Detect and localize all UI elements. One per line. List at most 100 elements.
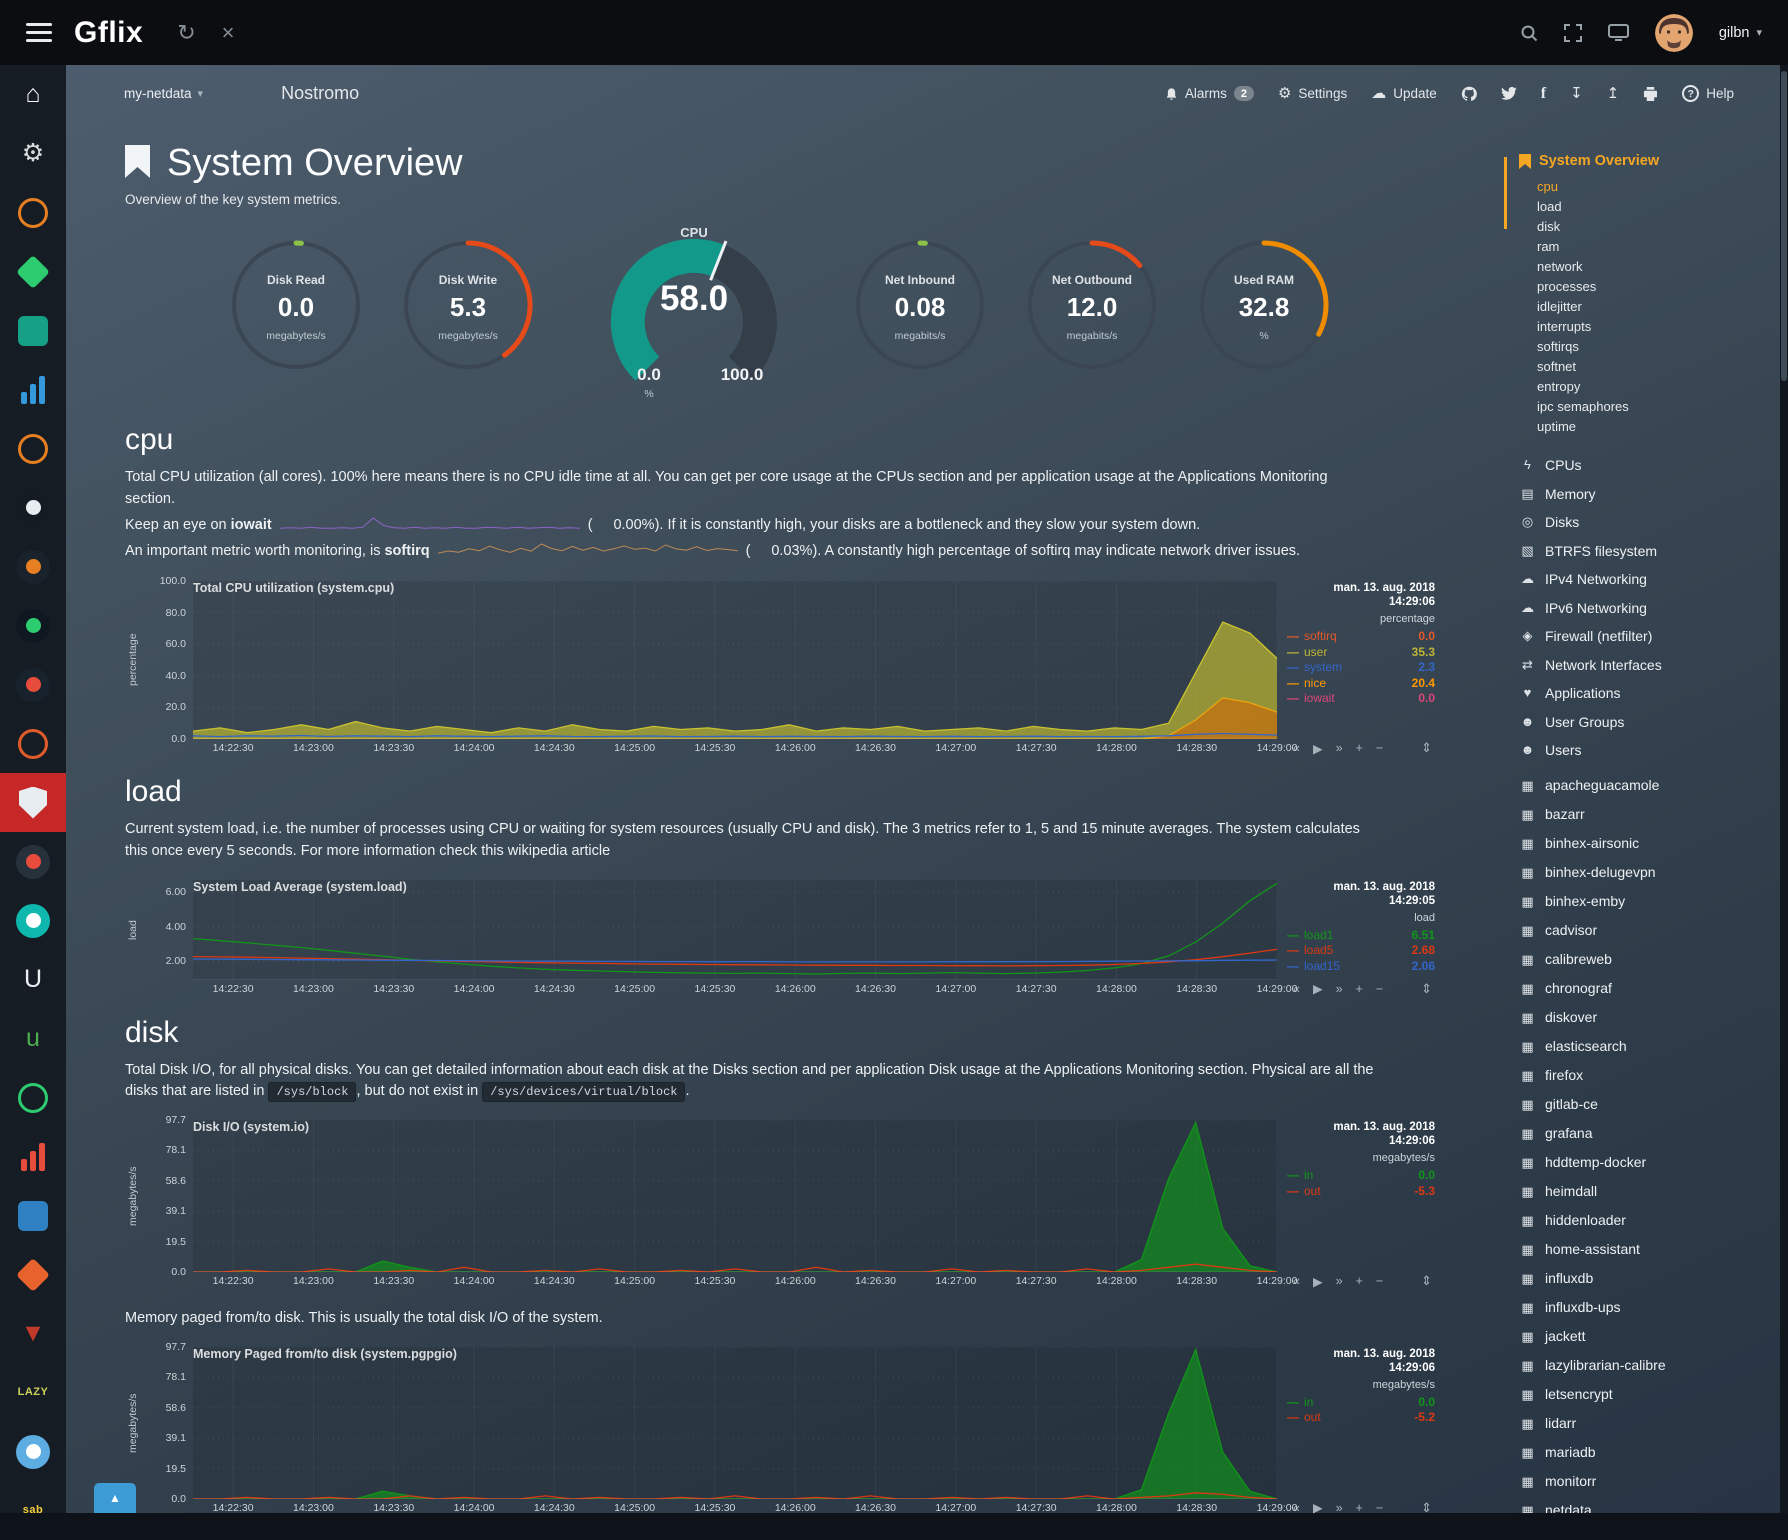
toc-container-influxdb[interactable]: ▦influxdb <box>1519 1264 1780 1293</box>
sidebar-app-app-orange-ring[interactable] <box>0 183 66 242</box>
legend-item-load1[interactable]: —load16.51 <box>1287 928 1435 944</box>
toc-item-processes[interactable]: processes <box>1519 277 1780 297</box>
gauge-cpu[interactable]: CPU58.00.0100.0% <box>579 217 809 407</box>
chart-toolbar-button[interactable]: » <box>1336 982 1343 996</box>
legend-item-out[interactable]: —out-5.2 <box>1287 1410 1435 1426</box>
toc-container-mariadb[interactable]: ▦mariadb <box>1519 1438 1780 1467</box>
legend-item-user[interactable]: —user35.3 <box>1287 645 1435 661</box>
scroll-top-button[interactable]: ▲ <box>94 1483 136 1513</box>
toc-section-users[interactable]: ☻Users <box>1519 736 1780 765</box>
toc-item-uptime[interactable]: uptime <box>1519 417 1780 437</box>
legend-item-load5[interactable]: —load52.68 <box>1287 943 1435 959</box>
display-icon[interactable] <box>1608 24 1629 41</box>
sidebar-app-app-dark-badge[interactable] <box>0 478 66 537</box>
avatar[interactable] <box>1655 14 1693 52</box>
toc-container-binhex-airsonic[interactable]: ▦binhex-airsonic <box>1519 829 1780 858</box>
toc-item-entropy[interactable]: entropy <box>1519 377 1780 397</box>
sidebar-app-app-red-cluster[interactable] <box>0 832 66 891</box>
sidebar-app-home[interactable]: ⌂ <box>0 65 66 124</box>
legend-item-in[interactable]: —in0.0 <box>1287 1395 1435 1411</box>
toc-item-idlejitter[interactable]: idlejitter <box>1519 297 1780 317</box>
gauge-used-ram[interactable]: Used RAM32.8% <box>1189 229 1339 395</box>
chart-toolbar-button[interactable]: » <box>1336 1274 1343 1288</box>
toc-container-lazylibrarian-calibre[interactable]: ▦lazylibrarian-calibre <box>1519 1351 1780 1380</box>
toc-section-ipv6-networking[interactable]: ☁IPv6 Networking <box>1519 594 1780 623</box>
update-button[interactable]: ☁Update <box>1371 86 1437 101</box>
user-menu[interactable]: gilbn▾ <box>1719 25 1762 41</box>
chart-resize-handle[interactable]: ⇕ <box>1421 981 1435 997</box>
sidebar-app-app-blue-drop[interactable] <box>0 1422 66 1481</box>
legend-item-iowait[interactable]: —iowait0.0 <box>1287 691 1435 707</box>
sidebar-app-app-green-rings[interactable] <box>0 1068 66 1127</box>
alarms-button[interactable]: Alarms 2 <box>1165 86 1254 101</box>
toc-item-ipc-semaphores[interactable]: ipc semaphores <box>1519 397 1780 417</box>
github-icon[interactable] <box>1461 86 1477 102</box>
legend-item-load15[interactable]: —load152.06 <box>1287 959 1435 975</box>
close-icon[interactable]: × <box>222 22 235 44</box>
refresh-icon[interactable]: ↻ <box>177 22 195 44</box>
toc-item-cpu[interactable]: cpu <box>1519 177 1780 197</box>
toc-container-heimdall[interactable]: ▦heimdall <box>1519 1177 1780 1206</box>
sidebar-app-app-green-u[interactable]: u <box>0 1009 66 1068</box>
sidebar-app-app-red-green-eq[interactable] <box>0 1127 66 1186</box>
toc-container-calibreweb[interactable]: ▦calibreweb <box>1519 945 1780 974</box>
toc-section-ipv4-networking[interactable]: ☁IPv4 Networking <box>1519 565 1780 594</box>
toc-container-firefox[interactable]: ▦firefox <box>1519 1061 1780 1090</box>
upload-icon[interactable]: ↥ <box>1607 86 1620 101</box>
toc-container-hiddenloader[interactable]: ▦hiddenloader <box>1519 1206 1780 1235</box>
chart-plot[interactable] <box>193 880 1277 980</box>
sidebar-app-app-teal-tiles[interactable] <box>0 301 66 360</box>
legend-item-out[interactable]: —out-5.3 <box>1287 1184 1435 1200</box>
toc-container-letsencrypt[interactable]: ▦letsencrypt <box>1519 1380 1780 1409</box>
legend-item-nice[interactable]: —nice20.4 <box>1287 676 1435 692</box>
toc-container-hddtemp-docker[interactable]: ▦hddtemp-docker <box>1519 1148 1780 1177</box>
gauge-net-inbound[interactable]: Net Inbound0.08megabits/s <box>845 229 995 395</box>
toc-container-cadvisor[interactable]: ▦cadvisor <box>1519 916 1780 945</box>
sidebar-app-app-red-download[interactable]: ▼ <box>0 1304 66 1363</box>
facebook-icon[interactable]: f <box>1541 85 1546 103</box>
download-icon[interactable]: ↧ <box>1570 86 1583 101</box>
toc-container-home-assistant[interactable]: ▦home-assistant <box>1519 1235 1780 1264</box>
menu-icon[interactable] <box>26 23 52 42</box>
app-title[interactable]: Gflix <box>74 16 143 50</box>
sidebar-app-app-orange-search[interactable] <box>0 419 66 478</box>
toc-container-binhex-emby[interactable]: ▦binhex-emby <box>1519 887 1780 916</box>
toc-item-system-overview[interactable]: System Overview <box>1519 149 1780 173</box>
chart-plot[interactable] <box>193 581 1277 739</box>
gauge-disk-read[interactable]: Disk Read0.0megabytes/s <box>221 229 371 395</box>
toc-container-elasticsearch[interactable]: ▦elasticsearch <box>1519 1032 1780 1061</box>
sidebar-app-app-orange-cross[interactable] <box>0 537 66 596</box>
toc-item-disk[interactable]: disk <box>1519 217 1780 237</box>
chart-toolbar-button[interactable]: ▶ <box>1313 981 1323 996</box>
chart-toolbar-button[interactable]: − <box>1376 982 1383 996</box>
sidebar-app-app-blue-equalizer[interactable] <box>0 360 66 419</box>
sidebar-app-app-sab[interactable]: sab <box>0 1481 66 1540</box>
sidebar-app-app-blue-box[interactable] <box>0 1186 66 1245</box>
toc-section-user-groups[interactable]: ☻User Groups <box>1519 708 1780 737</box>
toc-container-chronograf[interactable]: ▦chronograf <box>1519 974 1780 1003</box>
toc-container-bazarr[interactable]: ▦bazarr <box>1519 800 1780 829</box>
legend-item-softirq[interactable]: —softirq0.0 <box>1287 629 1435 645</box>
toc-item-softirqs[interactable]: softirqs <box>1519 337 1780 357</box>
chart-toolbar-button[interactable]: − <box>1376 1274 1383 1288</box>
chart-resize-handle[interactable]: ⇕ <box>1421 1500 1435 1516</box>
toc-container-grafana[interactable]: ▦grafana <box>1519 1119 1780 1148</box>
toc-item-network[interactable]: network <box>1519 257 1780 277</box>
toc-section-firewall-netfilter-[interactable]: ◈Firewall (netfilter) <box>1519 622 1780 651</box>
chart-toolbar-button[interactable]: + <box>1356 741 1363 755</box>
chart-plot[interactable] <box>193 1347 1277 1499</box>
gauge-disk-write[interactable]: Disk Write5.3megabytes/s <box>393 229 543 395</box>
chart-toolbar-button[interactable]: ▶ <box>1313 1274 1323 1289</box>
toc-item-softnet[interactable]: softnet <box>1519 357 1780 377</box>
toc-container-jackett[interactable]: ▦jackett <box>1519 1322 1780 1351</box>
toc-item-interrupts[interactable]: interrupts <box>1519 317 1780 337</box>
toc-container-apacheguacamole[interactable]: ▦apacheguacamole <box>1519 771 1780 800</box>
toc-section-btrfs-filesystem[interactable]: ▧BTRFS filesystem <box>1519 537 1780 566</box>
help-button[interactable]: ?Help <box>1682 85 1734 102</box>
sidebar-app-app-green-diamond[interactable] <box>0 242 66 301</box>
sidebar-app-app-multicolor[interactable] <box>0 655 66 714</box>
settings-button[interactable]: ⚙Settings <box>1278 86 1347 101</box>
toc-item-load[interactable]: load <box>1519 197 1780 217</box>
chart-toolbar-button[interactable]: + <box>1356 1274 1363 1288</box>
toc-section-disks[interactable]: ◎Disks <box>1519 508 1780 537</box>
